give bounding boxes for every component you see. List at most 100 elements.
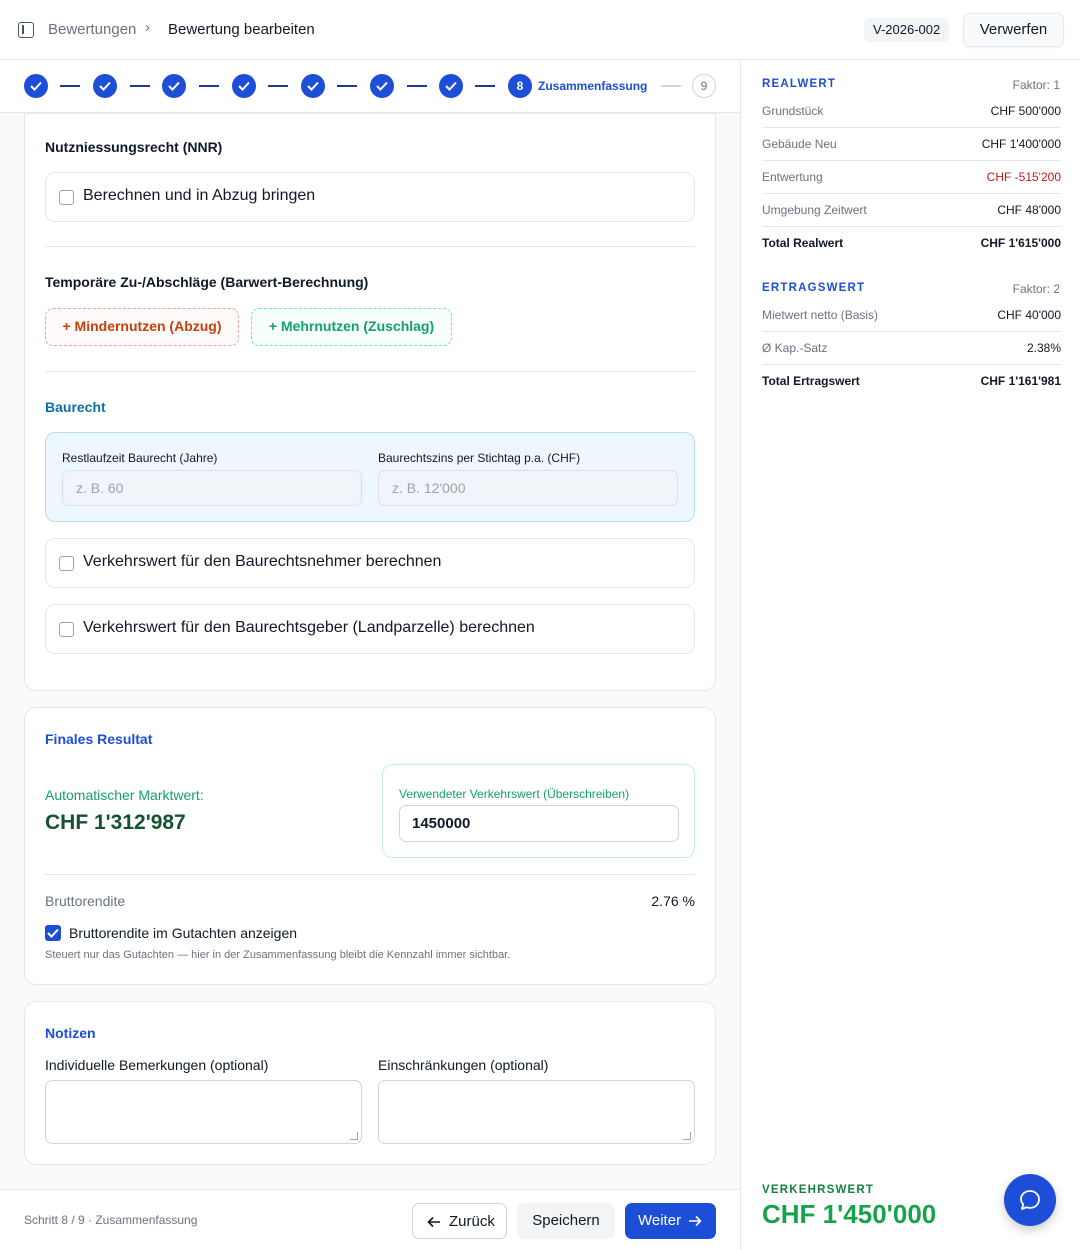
step-connector bbox=[268, 85, 288, 87]
check-icon bbox=[376, 81, 388, 91]
check-icon bbox=[47, 928, 59, 938]
stepper: 8 Zusammenfassung 9 bbox=[0, 60, 740, 113]
check-icon bbox=[99, 81, 111, 91]
show-gross-yield-label[interactable]: Bruttorendite im Gutachten anzeigen bbox=[69, 925, 297, 941]
temporary-adjustments-heading: Temporäre Zu-/Abschläge (Barwert-Berechn… bbox=[45, 274, 369, 290]
ertragswert-factor: Faktor: 2 bbox=[1012, 282, 1060, 296]
step-connector bbox=[661, 85, 681, 87]
remaining-term-input[interactable]: z. B. 60 bbox=[62, 470, 362, 506]
baurecht-taker-label[interactable]: Verkehrswert für den Baurechtsnehmer ber… bbox=[83, 553, 441, 571]
sidebar-toggle-icon[interactable] bbox=[18, 22, 34, 38]
next-button[interactable]: Weiter bbox=[625, 1203, 716, 1239]
breadcrumb-parent[interactable]: Bewertungen bbox=[48, 21, 136, 38]
override-value-input[interactable]: 1450000 bbox=[399, 805, 679, 842]
remarks-label: Individuelle Bemerkungen (optional) bbox=[45, 1057, 269, 1073]
realwert-total-row: Total Realwert CHF 1'615'000 bbox=[762, 227, 1061, 260]
ground-rent-input[interactable]: z. B. 12'000 bbox=[378, 470, 678, 506]
restrictions-textarea[interactable] bbox=[378, 1080, 695, 1144]
step-8-current[interactable]: 8 bbox=[508, 74, 532, 98]
baurecht-giver-label[interactable]: Verkehrswert für den Baurechtsgeber (Lan… bbox=[83, 619, 535, 637]
step-5-complete[interactable] bbox=[301, 74, 325, 98]
next-button-label: Weiter bbox=[638, 1212, 682, 1229]
row-value: 2.38% bbox=[1026, 341, 1061, 355]
back-button-label: Zurück bbox=[449, 1213, 495, 1230]
total-label: Total Realwert bbox=[762, 236, 844, 250]
add-surcharge-button[interactable]: + Mehrnutzen (Zuschlag) bbox=[251, 308, 452, 346]
row-label: Mietwert netto (Basis) bbox=[762, 308, 879, 322]
current-step-label: Zusammenfassung bbox=[538, 79, 648, 93]
step-6-complete[interactable] bbox=[370, 74, 394, 98]
baurecht-taker-option[interactable]: Verkehrswert für den Baurechtsnehmer ber… bbox=[45, 538, 695, 588]
override-box: Verwendeter Verkehrswert (Überschreiben)… bbox=[382, 764, 695, 858]
gross-yield-hint: Steuert nur das Gutachten — hier in der … bbox=[45, 949, 511, 961]
baurecht-heading: Baurecht bbox=[45, 399, 106, 415]
restrictions-label: Einschränkungen (optional) bbox=[378, 1057, 549, 1073]
step-connector bbox=[337, 85, 357, 87]
arrow-left-icon bbox=[427, 1216, 440, 1228]
row-label: Entwertung bbox=[762, 170, 823, 184]
remarks-textarea[interactable] bbox=[45, 1080, 362, 1144]
step-status: Schritt 8 / 9 · Zusammenfassung bbox=[24, 1213, 198, 1227]
summary-row: Ø Kap.-Satz 2.38% bbox=[762, 332, 1061, 365]
summary-row: Gebäude Neu CHF 1'400'000 bbox=[762, 128, 1061, 161]
row-label: Ø Kap.-Satz bbox=[762, 341, 828, 355]
summary-panel: REALWERT Faktor: 1 Grundstück CHF 500'000… bbox=[740, 60, 1080, 1250]
baurecht-fields: Restlaufzeit Baurecht (Jahre) z. B. 60 B… bbox=[45, 432, 695, 522]
nnr-checkbox[interactable] bbox=[59, 190, 74, 205]
step-connector bbox=[130, 85, 150, 87]
check-icon bbox=[307, 81, 319, 91]
nnr-heading: Nutzniessungsrecht (NNR) bbox=[45, 139, 223, 155]
gross-yield-label: Bruttorendite bbox=[45, 893, 126, 909]
save-button[interactable]: Speichern bbox=[517, 1203, 615, 1239]
market-value: CHF 1'450'000 bbox=[762, 1199, 937, 1229]
ground-rent-label: Baurechtszins per Stichtag p.a. (CHF) bbox=[378, 451, 581, 465]
notes-heading: Notizen bbox=[45, 1025, 96, 1041]
divider bbox=[45, 371, 695, 372]
row-label: Grundstück bbox=[762, 104, 824, 118]
realwert-title: REALWERT bbox=[762, 78, 837, 90]
back-button[interactable]: Zurück bbox=[412, 1203, 507, 1239]
override-label: Verwendeter Verkehrswert (Überschreiben) bbox=[399, 787, 630, 801]
arrow-right-icon bbox=[689, 1215, 702, 1227]
divider bbox=[45, 874, 695, 875]
auto-market-value: CHF 1'312'987 bbox=[45, 811, 186, 834]
summary-row: Entwertung CHF -515'200 bbox=[762, 161, 1061, 194]
total-label: Total Ertragswert bbox=[762, 374, 860, 388]
chat-button[interactable] bbox=[1004, 1174, 1056, 1226]
gross-yield-value: 2.76 % bbox=[651, 893, 695, 909]
step-connector bbox=[475, 85, 495, 87]
step-4-complete[interactable] bbox=[232, 74, 256, 98]
nnr-checkbox-label[interactable]: Berechnen und in Abzug bringen bbox=[83, 187, 315, 205]
add-reduction-button[interactable]: + Mindernutzen (Abzug) bbox=[45, 308, 239, 346]
baurecht-taker-checkbox[interactable] bbox=[59, 556, 74, 571]
summary-row: Mietwert netto (Basis) CHF 40'000 bbox=[762, 299, 1061, 332]
summary-row: Grundstück CHF 500'000 bbox=[762, 95, 1061, 128]
discard-button[interactable]: Verwerfen bbox=[963, 13, 1064, 47]
step-connector bbox=[407, 85, 427, 87]
row-value-negative: CHF -515'200 bbox=[986, 170, 1061, 184]
step-1-complete[interactable] bbox=[24, 74, 48, 98]
row-label: Umgebung Zeitwert bbox=[762, 203, 867, 217]
market-value-label: VERKEHRSWERT bbox=[762, 1184, 875, 1196]
step-connector bbox=[199, 85, 219, 87]
check-icon bbox=[30, 81, 42, 91]
step-2-complete[interactable] bbox=[93, 74, 117, 98]
footer-bar: Schritt 8 / 9 · Zusammenfassung Zurück S… bbox=[0, 1189, 740, 1250]
step-9-upcoming[interactable]: 9 bbox=[692, 74, 716, 98]
baurecht-giver-option[interactable]: Verkehrswert für den Baurechtsgeber (Lan… bbox=[45, 604, 695, 654]
step-7-complete[interactable] bbox=[439, 74, 463, 98]
auto-market-value-label: Automatischer Marktwert: bbox=[45, 787, 204, 803]
check-icon bbox=[238, 81, 250, 91]
baurecht-giver-checkbox[interactable] bbox=[59, 622, 74, 637]
total-value: CHF 1'161'981 bbox=[980, 374, 1061, 388]
ertragswert-title: ERTRAGSWERT bbox=[762, 282, 866, 294]
breadcrumb-chevron-icon: › bbox=[145, 19, 150, 36]
row-label: Gebäude Neu bbox=[762, 137, 837, 151]
row-value: CHF 500'000 bbox=[990, 104, 1061, 118]
step-3-complete[interactable] bbox=[162, 74, 186, 98]
show-gross-yield-checkbox[interactable] bbox=[45, 925, 61, 941]
row-value: CHF 1'400'000 bbox=[981, 137, 1061, 151]
step-connector bbox=[60, 85, 80, 87]
divider bbox=[45, 246, 695, 247]
nnr-option[interactable]: Berechnen und in Abzug bringen bbox=[45, 172, 695, 222]
